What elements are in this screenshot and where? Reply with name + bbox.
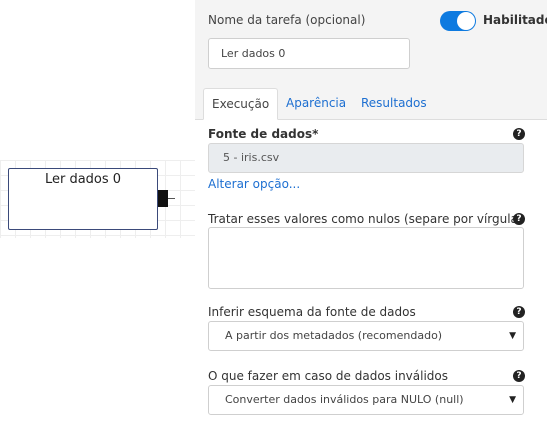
data-source-help-icon[interactable]: ?: [513, 128, 525, 140]
schema-help-icon[interactable]: ?: [513, 306, 525, 318]
invalid-data-help-icon[interactable]: ?: [513, 370, 525, 382]
properties-panel: Nome da tarefa (opcional) Habilitado Exe…: [195, 0, 547, 434]
null-values-textarea[interactable]: [208, 227, 524, 289]
schema-selected-value: A partir dos metadados (recomendado): [225, 329, 443, 342]
port-connector-line: [168, 198, 175, 199]
task-node[interactable]: Ler dados 0: [8, 168, 158, 230]
invalid-data-select[interactable]: Converter dados inválidos para NULO (nul…: [208, 385, 524, 415]
chevron-down-icon: ▼: [509, 331, 516, 341]
tab-aparencia[interactable]: Aparência: [286, 88, 346, 120]
data-source-label: Fonte de dados*: [208, 127, 319, 141]
enabled-label: Habilitado: [483, 13, 547, 27]
node-output-port[interactable]: [158, 190, 168, 207]
schema-label: Inferir esquema da fonte de dados: [208, 305, 416, 319]
change-option-link[interactable]: Alterar opção...: [208, 177, 300, 191]
schema-select[interactable]: A partir dos metadados (recomendado) ▼: [208, 321, 524, 351]
null-values-label: Tratar esses valores como nulos (separe …: [208, 212, 523, 226]
toggle-knob: [457, 12, 475, 30]
task-name-input[interactable]: [208, 38, 410, 69]
invalid-data-selected-value: Converter dados inválidos para NULO (nul…: [225, 393, 464, 406]
panel-header: Nome da tarefa (opcional) Habilitado Exe…: [195, 0, 547, 120]
tab-bar: Execução Aparência Resultados: [195, 88, 547, 120]
enabled-toggle[interactable]: [440, 11, 476, 31]
task-node-title: Ler dados 0: [44, 172, 122, 187]
tab-resultados[interactable]: Resultados: [361, 88, 427, 120]
chevron-down-icon: ▼: [509, 395, 516, 405]
task-name-label: Nome da tarefa (opcional): [208, 13, 366, 27]
data-source-field: 5 - iris.csv: [208, 143, 524, 173]
null-values-help-icon[interactable]: ?: [513, 213, 525, 225]
workflow-canvas[interactable]: Ler dados 0: [0, 0, 195, 434]
tab-execucao[interactable]: Execução: [203, 88, 279, 120]
invalid-data-label: O que fazer em caso de dados inválidos: [208, 369, 449, 383]
